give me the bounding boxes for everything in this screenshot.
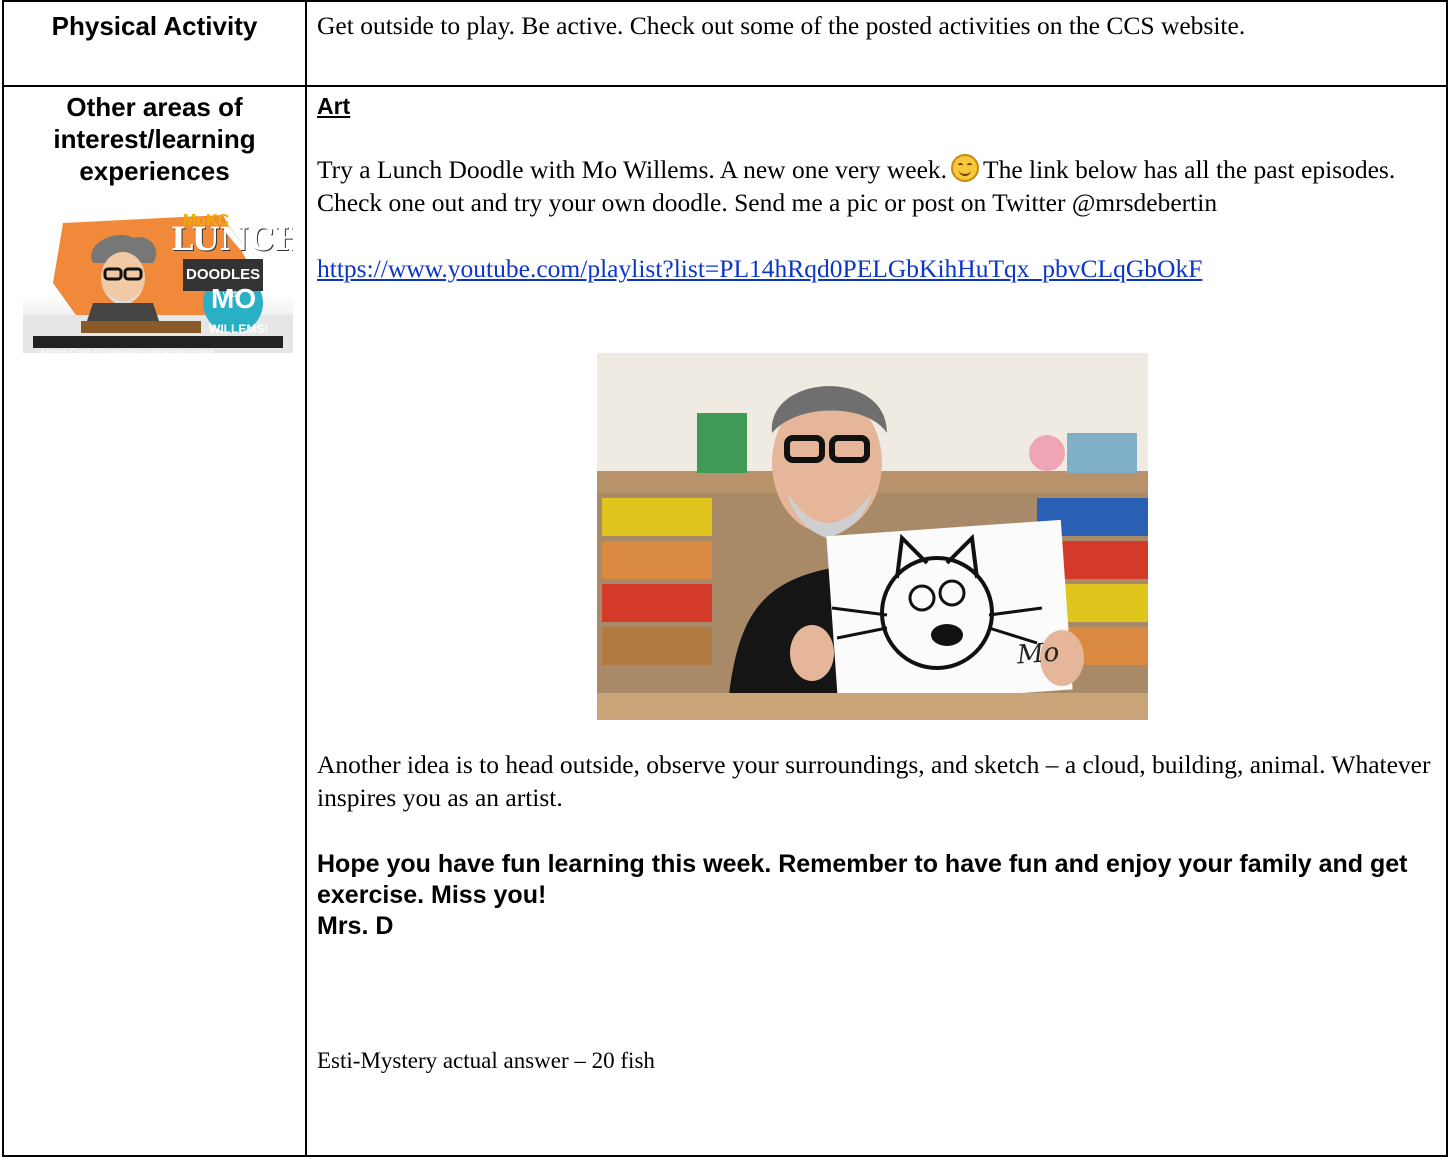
lunch-doodles-thumbnail[interactable]: MoKC LUNCH DOODLES with MO WILLEMS! Kenn… bbox=[23, 203, 293, 353]
physical-activity-label: Physical Activity bbox=[2, 0, 307, 87]
closing-message: Hope you have fun learning this week. Re… bbox=[317, 850, 1408, 909]
lunch-doodle-paragraph: Try a Lunch Doodle with Mo Willems. A ne… bbox=[317, 153, 1436, 219]
art-heading: Art bbox=[317, 93, 351, 119]
physical-activity-content: Get outside to play. Be active. Check ou… bbox=[305, 0, 1448, 87]
thumbnail-name-2: WILLEMS! bbox=[209, 322, 269, 336]
thumbnail-name-1: MO bbox=[211, 283, 257, 314]
esti-mystery-answer: Esti-Mystery actual answer – 20 fish bbox=[317, 1048, 655, 1073]
other-areas-label: Other areas of interest/learning experie… bbox=[53, 92, 256, 186]
outside-sketch-paragraph: Another idea is to head outside, observe… bbox=[317, 750, 1431, 812]
lunch-doodle-text-1: Try a Lunch Doodle with Mo Willems. A ne… bbox=[317, 155, 948, 184]
youtube-playlist-link[interactable]: https://www.youtube.com/playlist?list=PL… bbox=[317, 252, 1436, 285]
thumbnail-title-1: LUNCH bbox=[171, 220, 293, 258]
other-areas-cell: Other areas of interest/learning experie… bbox=[2, 85, 307, 1157]
mo-willems-video-still[interactable]: Mo bbox=[597, 353, 1148, 720]
physical-activity-row: Physical Activity Get outside to play. B… bbox=[2, 0, 1448, 87]
drawing-signature: Mo bbox=[1016, 637, 1061, 671]
lesson-table: Physical Activity Get outside to play. B… bbox=[2, 0, 1448, 1157]
physical-activity-text: Get outside to play. Be active. Check ou… bbox=[317, 11, 1246, 40]
other-areas-row: Other areas of interest/learning experie… bbox=[2, 85, 1448, 1157]
smiling-face-icon bbox=[951, 154, 980, 182]
thumbnail-footer: Kennedy Center Education Artist-in-Resid… bbox=[41, 349, 214, 353]
signature: Mrs. D bbox=[317, 912, 394, 940]
other-areas-content: Art Try a Lunch Doodle with Mo Willems. … bbox=[305, 85, 1448, 1157]
